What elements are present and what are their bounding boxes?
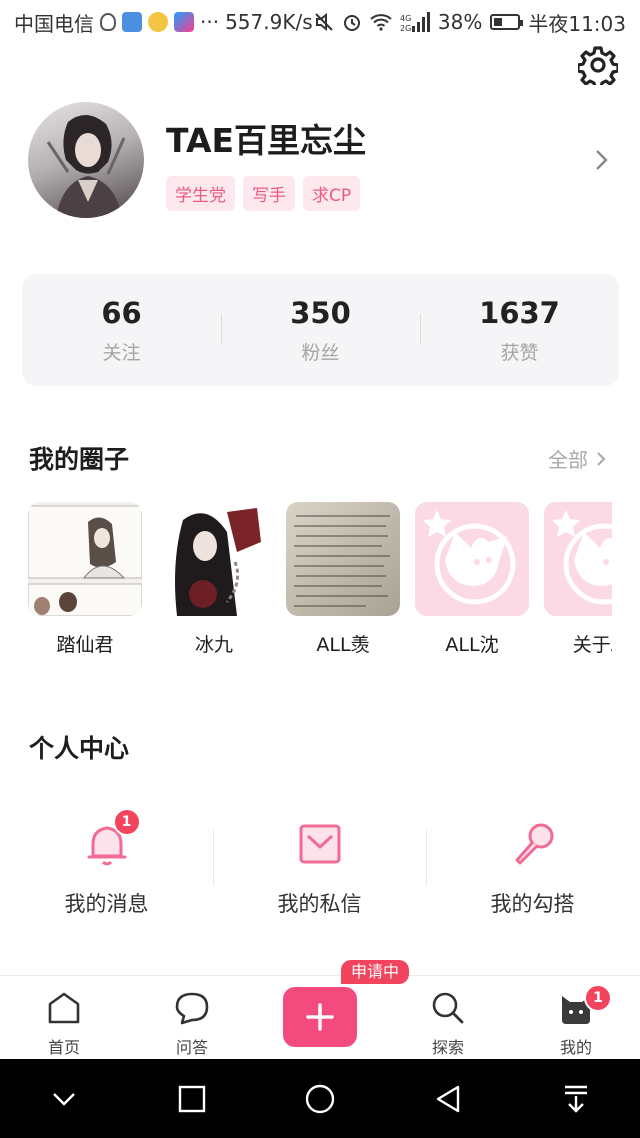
manga-illustration	[28, 505, 142, 616]
circle-label: 冰九	[194, 634, 233, 656]
character-illustration	[157, 502, 271, 616]
circle-item[interactable]: 关于AI	[544, 502, 612, 662]
personal-center-menu: 1 我的消息 我的私信 我的勾搭	[0, 808, 640, 928]
carrier-text: 中国电信	[14, 11, 94, 36]
wifi-icon	[370, 14, 392, 31]
circle-cover-image	[28, 502, 142, 616]
circle-item[interactable]: 踏仙君	[28, 502, 142, 662]
alarm-icon	[343, 15, 360, 31]
see-all-label: 全部	[548, 448, 588, 472]
stat-value: 66	[101, 295, 142, 330]
circles-list[interactable]: 踏仙君 冰九 ALL羡 ALL沈 关于	[28, 502, 612, 662]
my-private-messages-button[interactable]: 我的私信	[213, 808, 426, 928]
youku-icon	[174, 12, 194, 32]
mail-icon	[296, 820, 344, 868]
circle-label: ALL沈	[445, 634, 499, 656]
circle-item[interactable]: ALL羡	[286, 502, 400, 662]
circle-cover-image	[157, 502, 271, 616]
home-icon	[48, 992, 80, 1024]
nav-label: 我的	[559, 1038, 592, 1057]
hide-nav-button[interactable]	[42, 1077, 86, 1121]
circle-cover-image	[286, 502, 400, 616]
system-navigation-bar	[0, 1059, 640, 1138]
nav-qa[interactable]: 问答	[128, 976, 256, 1059]
handwritten-note-image	[294, 515, 390, 607]
my-matches-button[interactable]: 我的勾搭	[426, 808, 639, 928]
clock: 半夜11:03	[528, 11, 626, 36]
plus-icon	[306, 1003, 334, 1031]
circle-label: ALL羡	[316, 634, 370, 656]
pull-down-icon	[565, 1085, 587, 1113]
stat-value: 1637	[479, 295, 560, 330]
notification-pulldown-button[interactable]	[554, 1077, 598, 1121]
mute-icon	[315, 12, 333, 32]
avatar-illustration	[46, 114, 126, 218]
default-cover-icon	[423, 510, 516, 605]
my-messages-button[interactable]: 1 我的消息	[0, 808, 213, 928]
bell-icon: 1	[83, 808, 141, 868]
weather-icon	[148, 12, 168, 32]
more-notifications-icon: ···	[200, 10, 220, 34]
back-triangle-icon	[436, 1085, 460, 1112]
microphone-icon	[509, 820, 557, 868]
stat-label: 关注	[102, 341, 141, 364]
stat-likes[interactable]: 1637 获赞	[420, 296, 619, 365]
nav-label: 首页	[47, 1038, 80, 1057]
square-icon	[178, 1085, 206, 1112]
stat-label: 获赞	[500, 341, 539, 364]
chevron-right-icon	[597, 451, 606, 466]
nav-me[interactable]: 1 我的	[512, 976, 640, 1059]
chevron-right-icon[interactable]	[594, 148, 610, 172]
stat-following[interactable]: 66 关注	[22, 296, 221, 365]
avatar[interactable]	[28, 102, 144, 218]
recents-button[interactable]	[170, 1077, 214, 1121]
nav-explore[interactable]: 探索	[384, 976, 512, 1059]
svg-text:4G: 4G	[400, 14, 411, 23]
see-all-link[interactable]: 全部	[548, 444, 606, 473]
home-button[interactable]	[298, 1077, 342, 1121]
nav-label: 问答	[175, 1038, 208, 1057]
qq-icon	[100, 13, 116, 31]
circle-cover-image	[544, 502, 612, 616]
status-bar: 中国电信 ··· 557.9K/s 4G 2G 38% 半夜11:03	[0, 0, 640, 44]
chevron-down-icon	[53, 1092, 75, 1106]
message-badge: 1	[112, 808, 141, 836]
profile-tag[interactable]: 求CP	[303, 176, 361, 211]
me-badge: 1	[584, 984, 612, 1012]
circle-label: 踏仙君	[56, 634, 114, 656]
username[interactable]: TAE百里忘尘	[166, 114, 366, 162]
circle-cover-image	[415, 502, 529, 616]
shield-app-icon	[122, 12, 142, 32]
circle-label: 关于AI	[572, 634, 612, 656]
applying-badge: 申请中	[341, 960, 410, 984]
menu-label: 我的勾搭	[490, 892, 575, 916]
menu-label: 我的消息	[64, 892, 149, 916]
nav-home[interactable]: 首页	[0, 976, 128, 1059]
stat-followers[interactable]: 350 粉丝	[221, 296, 420, 365]
menu-label: 我的私信	[277, 892, 362, 916]
search-icon	[432, 992, 464, 1024]
back-button[interactable]	[426, 1077, 470, 1121]
chat-bubble-icon	[175, 992, 209, 1025]
personal-center-title: 个人中心	[29, 734, 130, 763]
circle-icon	[305, 1084, 335, 1113]
stat-label: 粉丝	[301, 341, 340, 364]
stats-card: 66 关注 350 粉丝 1637 获赞	[22, 274, 619, 386]
circle-item[interactable]: ALL沈	[415, 502, 529, 662]
circle-item[interactable]: 冰九	[157, 502, 271, 662]
stat-value: 350	[290, 295, 351, 330]
battery-percent: 38%	[437, 10, 483, 34]
svg-text:2G: 2G	[400, 24, 411, 32]
add-post-button[interactable]	[283, 987, 357, 1047]
profile-tag[interactable]: 学生党	[166, 176, 235, 211]
signal-icon: 4G2G	[400, 12, 430, 32]
default-cover-icon	[552, 510, 612, 605]
my-circles-title: 我的圈子	[29, 445, 130, 474]
profile-tags: 学生党 写手 求CP	[166, 176, 361, 211]
profile-tag[interactable]: 写手	[243, 176, 295, 211]
network-speed: 557.9K/s	[225, 10, 313, 34]
nav-label: 探索	[431, 1038, 464, 1057]
battery-icon	[490, 14, 524, 30]
settings-gear-icon[interactable]	[578, 45, 618, 85]
